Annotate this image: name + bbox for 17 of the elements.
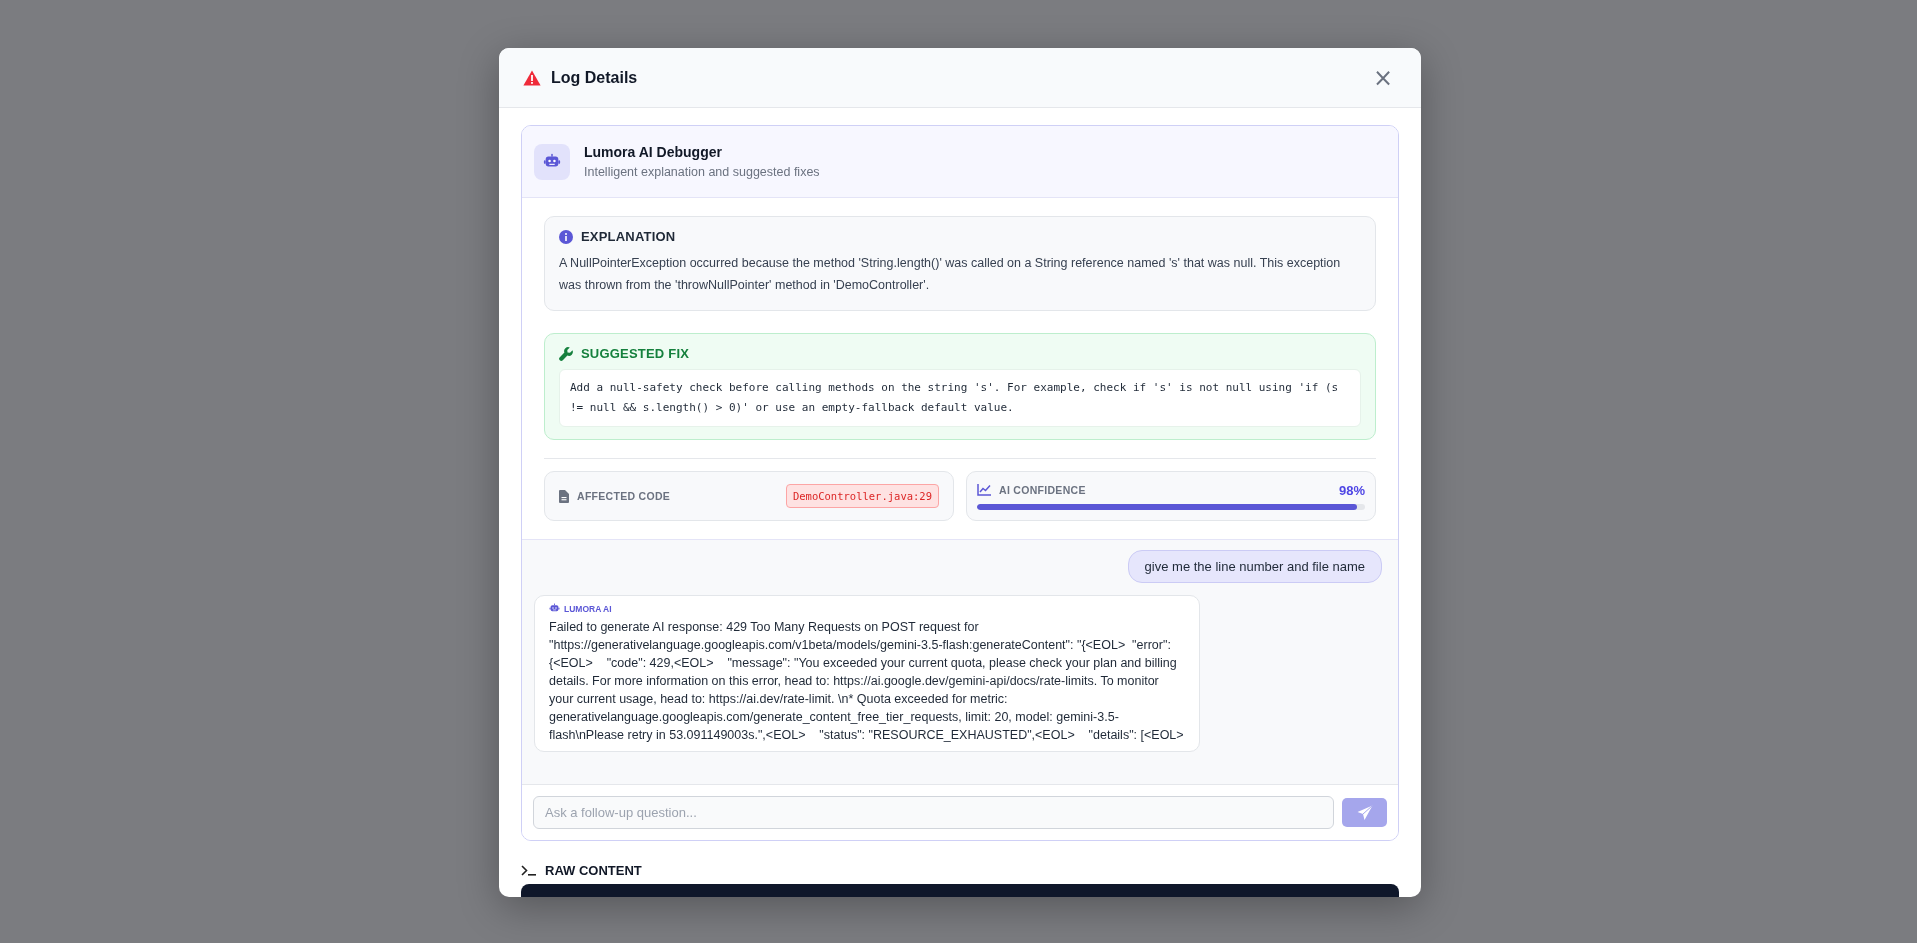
close-button[interactable]: × <box>1368 65 1397 90</box>
card-subtitle: Intelligent explanation and suggested fixes <box>584 165 820 179</box>
card-title: Lumora AI Debugger <box>584 144 723 160</box>
sender-label: LUMORA AI <box>564 603 612 614</box>
file-location-tag: DemoController.java:29 <box>785 484 939 508</box>
explanation-text: A NullPointerException occurred because the method 'String.length()' was called on a String reference named 's' that was null. This exception was thrown from the 'throwNullPointer' method in 'DemoController'. <box>559 255 1342 294</box>
confidence-reading: 98% <box>1338 482 1365 498</box>
section-heading: SUGGESTED FIX <box>581 346 690 361</box>
panel-label: AFFECTED CODE <box>577 490 671 502</box>
panel-label: AI CONFIDENCE <box>999 484 1086 496</box>
dialog-title: Log Details <box>551 68 639 87</box>
follow-up-input[interactable]: Ask a follow-up question... <box>533 796 1334 829</box>
fix-code-block: Add a null-safety check before calling methods on the string 's'. For example, check if 's' is not null using 'if (s != null && s.length() > 0)' or use an empty-fallback default value. <box>559 369 1361 427</box>
section-heading: RAW CONTENT <box>545 863 642 878</box>
section-heading: EXPLANATION <box>581 229 676 244</box>
ai-message-text: Failed to generate AI response: 429 Too Many Requests on POST request for "https://generativelanguage.googleapis.com/v1beta/models/gemini-3.5-flash:generateContent": "{<EOL> "error": {<EOL> "code": 429,<EOL> "message": "You exceeded your current quota, please check your plan and billing details. For more information on this error, head to: https://ai.google.dev/gemini-api/docs/rate-limits. To monitor your current usage, head to: https://ai.dev/rate-limit. \n* Quota exceeded for metric: generativelanguage.googleapis.com/generate_content_free_tier_requests, limit: 20, model: gemini-3.5-flash\nPlease retry in 53.091149003s.",<EOL> "status": "RESOURCE_EXHAUSTED",<EOL> "details": [<EOL> <box>549 619 1185 744</box>
user-message: give me the line number and file name <box>1127 550 1382 583</box>
